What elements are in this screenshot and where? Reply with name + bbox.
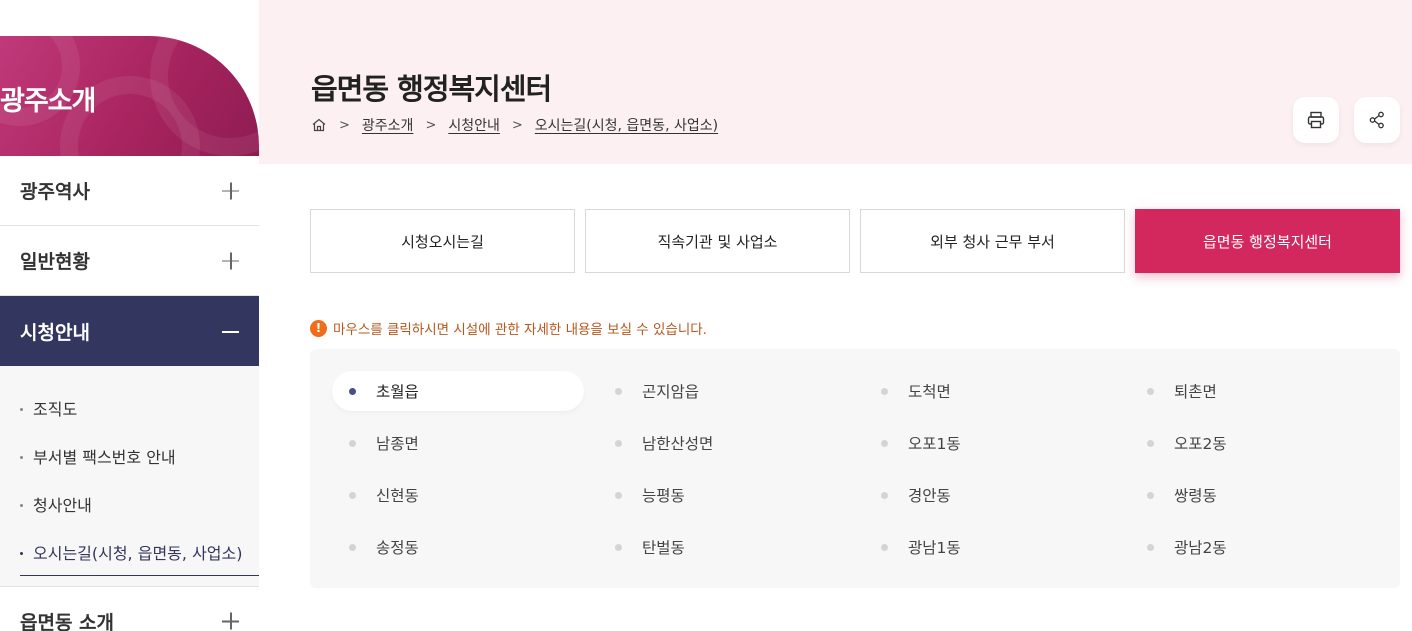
tab-cityhall-directions[interactable]: 시청오시는길 [310, 209, 575, 273]
submenu-item-org-chart[interactable]: 조직도 [0, 384, 259, 432]
submenu-item-label: 청사안내 [33, 496, 92, 515]
sidebar-banner-title: 광주소개 [0, 86, 96, 117]
sidebar-submenu: 조직도 부서별 팩스번호 안내 청사안내 오시는길(시청, 읍면동, 사업소) [0, 366, 259, 586]
breadcrumb-link-directions[interactable]: 오시는길(시청, 읍면동, 사업소) [535, 115, 718, 135]
location-item[interactable]: 곤지암읍 [598, 371, 850, 411]
location-item[interactable]: 남종면 [332, 423, 584, 463]
submenu-item-label: 조직도 [33, 400, 78, 419]
location-item[interactable]: 초월읍 [332, 371, 584, 411]
tab-affiliated-agencies[interactable]: 직속기관 및 사업소 [585, 209, 850, 273]
breadcrumb-separator: > [425, 117, 437, 133]
plus-icon [222, 252, 239, 269]
sidebar: 광주소개 광주역사 일반현황 시청안내 조직도 부서별 팩스번호 안내 청사안내… [0, 0, 259, 631]
location-item[interactable]: 오포2동 [1130, 423, 1382, 463]
location-item[interactable]: 송정동 [332, 527, 584, 567]
location-item[interactable]: 남한산성면 [598, 423, 850, 463]
submenu-item-label: 오시는길(시청, 읍면동, 사업소) [33, 544, 243, 563]
location-item[interactable]: 탄벌동 [598, 527, 850, 567]
breadcrumb-separator: > [511, 117, 523, 133]
warning-icon: ! [310, 319, 327, 337]
home-icon[interactable] [311, 117, 327, 133]
page-header: 읍면동 행정복지센터 > 광주소개 > 시청안내 > 오시는길(시청, 읍면동,… [259, 36, 1412, 164]
plus-icon [222, 612, 239, 630]
sidebar-item-label: 읍면동 소개 [20, 611, 115, 631]
tab-town-welfare-centers[interactable]: 읍면동 행정복지센터 [1135, 209, 1400, 273]
sidebar-item-overview[interactable]: 일반현황 [0, 226, 259, 296]
tab-external-offices[interactable]: 외부 청사 근무 부서 [860, 209, 1125, 273]
location-item[interactable]: 신현동 [332, 475, 584, 515]
location-item[interactable]: 퇴촌면 [1130, 371, 1382, 411]
location-item[interactable]: 능평동 [598, 475, 850, 515]
submenu-item-building[interactable]: 청사안내 [0, 480, 259, 528]
submenu-item-fax[interactable]: 부서별 팩스번호 안내 [0, 432, 259, 480]
tab-bar: 시청오시는길 직속기관 및 사업소 외부 청사 근무 부서 읍면동 행정복지센터 [310, 209, 1400, 273]
breadcrumb-link-cityhall[interactable]: 시청안내 [448, 115, 500, 135]
sidebar-item-cityhall-guide[interactable]: 시청안내 [0, 296, 259, 366]
minus-icon [222, 331, 239, 333]
sidebar-item-label: 시청안내 [20, 321, 90, 344]
notice-text: 마우스를 클릭하시면 시설에 관한 자세한 내용을 보실 수 있습니다. [333, 322, 707, 338]
location-item[interactable]: 쌍령동 [1130, 475, 1382, 515]
sidebar-item-label: 광주역사 [20, 181, 90, 203]
location-item[interactable]: 도척면 [864, 371, 1116, 411]
printer-icon [1307, 111, 1325, 129]
share-icon [1369, 111, 1384, 129]
submenu-item-label: 부서별 팩스번호 안내 [33, 448, 176, 467]
page-title: 읍면동 행정복지센터 [311, 72, 552, 106]
sidebar-item-history[interactable]: 광주역사 [0, 156, 259, 226]
page: 광주소개 광주역사 일반현황 시청안내 조직도 부서별 팩스번호 안내 청사안내… [0, 0, 1412, 631]
notice: ! 마우스를 클릭하시면 시설에 관한 자세한 내용을 보실 수 있습니다. [310, 318, 707, 338]
sidebar-item-town-intro[interactable]: 읍면동 소개 [0, 586, 259, 631]
location-list: 초월읍 곤지암읍 도척면 퇴촌면 남종면 남한산성면 오포1동 오포2동 신현동… [310, 349, 1400, 588]
print-button[interactable] [1293, 97, 1339, 143]
plus-icon [222, 182, 239, 199]
sidebar-menu: 광주역사 일반현황 시청안내 조직도 부서별 팩스번호 안내 청사안내 오시는길… [0, 156, 259, 631]
submenu-item-directions[interactable]: 오시는길(시청, 읍면동, 사업소) [0, 528, 259, 576]
breadcrumb-link-intro[interactable]: 광주소개 [362, 115, 414, 135]
current-underline [20, 574, 259, 576]
breadcrumb-separator: > [339, 117, 350, 133]
sidebar-banner: 광주소개 [0, 36, 259, 156]
share-button[interactable] [1354, 97, 1400, 143]
location-item[interactable]: 광남1동 [864, 527, 1116, 567]
sidebar-item-label: 일반현황 [20, 251, 90, 273]
location-item[interactable]: 광남2동 [1130, 527, 1382, 567]
location-item[interactable]: 경안동 [864, 475, 1116, 515]
breadcrumb: > 광주소개 > 시청안내 > 오시는길(시청, 읍면동, 사업소) [311, 115, 718, 135]
location-item[interactable]: 오포1동 [864, 423, 1116, 463]
